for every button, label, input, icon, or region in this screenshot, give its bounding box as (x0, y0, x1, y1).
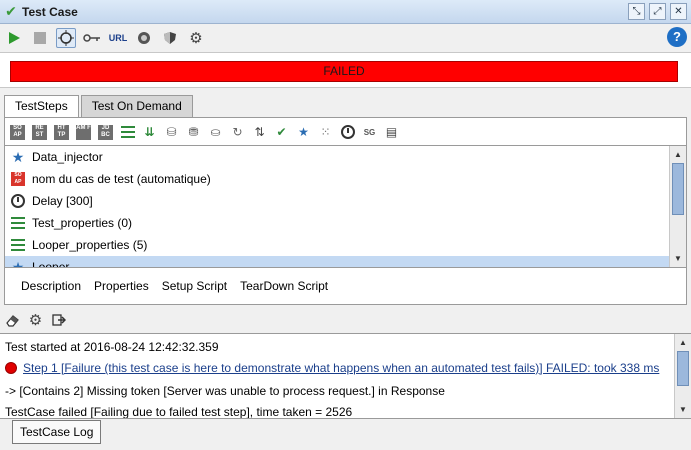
restore-icon[interactable]: ⤡ (628, 3, 645, 20)
clock-icon (9, 194, 27, 208)
status-area: FAILED (0, 52, 691, 88)
script-icon[interactable]: SG (361, 124, 378, 141)
testcase-check-icon: ✔ (5, 3, 17, 19)
tab-testcase-log[interactable]: TestCase Log (12, 420, 102, 444)
log-line: Test started at 2016-08-24 12:42:32.359 (5, 340, 219, 354)
favorite-icon[interactable]: ★ (295, 124, 312, 141)
comment-icon[interactable]: ▤ (383, 124, 400, 141)
gear-icon[interactable]: ⚙ (27, 312, 44, 329)
scroll-up-icon[interactable]: ▲ (670, 146, 686, 163)
assertion-icon[interactable]: ✔ (273, 124, 290, 141)
log-line-failure[interactable]: Step 1 [Failure (this test case is here … (5, 361, 659, 375)
properties-icon[interactable] (119, 124, 136, 141)
jdbc-step-icon[interactable]: JD BC (97, 124, 114, 141)
target-icon[interactable] (56, 28, 76, 48)
tab-description[interactable]: Description (21, 279, 81, 293)
datasink-icon[interactable]: ⛃ (185, 124, 202, 141)
list-item[interactable]: Looper_properties (5) (5, 234, 686, 256)
soap-icon: SO AP (9, 172, 27, 186)
list-item[interactable]: Delay [300] (5, 190, 686, 212)
property-transfer-icon[interactable]: ⇊ (141, 124, 158, 141)
close-icon[interactable]: ✕ (670, 3, 687, 20)
tab-bar: TestSteps Test On Demand (4, 95, 195, 118)
main-toolbar: URL ⚙ ? (0, 25, 691, 51)
run-icon[interactable] (4, 28, 24, 48)
list-item[interactable]: SO AP nom du cas de test (automatique) (5, 168, 686, 190)
properties-icon (9, 217, 27, 229)
stop-icon[interactable] (30, 28, 50, 48)
network-icon[interactable] (134, 28, 154, 48)
tab-properties[interactable]: Properties (94, 279, 149, 293)
shield-icon[interactable] (160, 28, 180, 48)
status-badge: FAILED (10, 61, 678, 82)
log-line: -> [Contains 2] Missing token [Server wa… (5, 384, 445, 398)
properties-icon (9, 239, 27, 251)
scroll-up-icon[interactable]: ▲ (675, 334, 691, 351)
tab-setup-script[interactable]: Setup Script (162, 279, 227, 293)
url-icon[interactable]: URL (108, 28, 128, 48)
amf-step-icon[interactable]: AM F (75, 124, 92, 141)
teststeps-list: ★ Data_injector SO AP nom du cas de test… (5, 145, 686, 268)
list-item[interactable]: ★ Data_injector (5, 146, 686, 168)
tab-test-on-demand[interactable]: Test On Demand (80, 95, 193, 117)
step-subtabs: Description Properties Setup Script Tear… (5, 270, 686, 302)
http-step-icon[interactable]: HT TP (53, 124, 70, 141)
log-scrollbar[interactable]: ▲ ▼ (674, 334, 691, 418)
goto-icon[interactable]: ⇅ (251, 124, 268, 141)
list-item-selected[interactable]: ★ Looper (5, 256, 686, 268)
steps-scrollbar[interactable]: ▲ ▼ (669, 146, 686, 267)
gear-icon[interactable]: ⚙ (186, 28, 206, 48)
window-controls: ⤡ ⤢ ✕ (628, 3, 687, 20)
key-icon[interactable] (82, 28, 102, 48)
window-titlebar: ✔ Test Case ⤡ ⤢ ✕ (0, 0, 691, 24)
log-toolbar: ⚙ (4, 310, 67, 330)
rest-step-icon[interactable]: RE ST (31, 124, 48, 141)
eraser-icon[interactable] (4, 312, 21, 329)
list-item[interactable]: Test_properties (0) (5, 212, 686, 234)
scroll-down-icon[interactable]: ▼ (670, 250, 686, 267)
soap-step-icon[interactable]: SO AP (9, 124, 26, 141)
maximize-icon[interactable]: ⤢ (649, 3, 666, 20)
export-icon[interactable] (50, 312, 67, 329)
star-icon: ★ (11, 258, 25, 268)
help-icon[interactable]: ? (667, 27, 687, 47)
step-toolbar: SO AP RE ST HT TP AM F JD BC ⇊ ⛁ ⛃ ⛀ ↻ ⇅… (9, 122, 400, 142)
loop-icon[interactable]: ↻ (229, 124, 246, 141)
scroll-down-icon[interactable]: ▼ (675, 401, 691, 418)
log-line: TestCase failed [Failing due to failed t… (5, 405, 353, 419)
error-icon (5, 362, 17, 374)
datasource-icon[interactable]: ⛁ (163, 124, 180, 141)
datagen-icon[interactable]: ⛀ (207, 124, 224, 141)
tab-teststeps[interactable]: TestSteps (4, 95, 79, 118)
tab-teardown-script[interactable]: TearDown Script (240, 279, 328, 293)
star-icon: ★ (11, 148, 25, 165)
clock-icon[interactable] (339, 124, 356, 141)
window-title: Test Case (22, 4, 78, 19)
testcase-log: Test started at 2016-08-24 12:42:32.359 … (0, 333, 691, 419)
scroll-thumb[interactable] (677, 351, 689, 386)
grid-icon[interactable]: ⁙ (317, 124, 334, 141)
teststeps-panel: SO AP RE ST HT TP AM F JD BC ⇊ ⛁ ⛃ ⛀ ↻ ⇅… (4, 117, 687, 305)
scroll-thumb[interactable] (672, 163, 684, 215)
